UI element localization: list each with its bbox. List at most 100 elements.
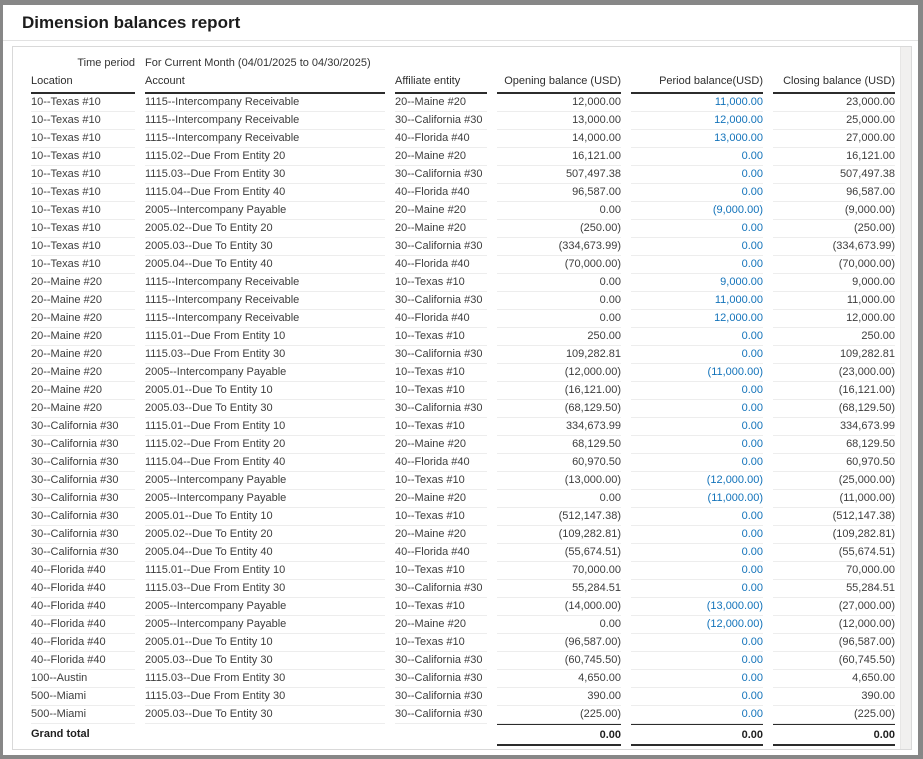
period-balance-link[interactable]: 0.00	[631, 346, 763, 364]
location-cell: 40--Florida #40	[31, 580, 135, 598]
location-cell: 10--Texas #10	[31, 202, 135, 220]
period-balance-link[interactable]: 0.00	[631, 436, 763, 454]
period-balance-link[interactable]: 0.00	[631, 634, 763, 652]
account-cell: 1115.03--Due From Entity 30	[145, 688, 385, 706]
period-balance-link[interactable]: 0.00	[631, 148, 763, 166]
opening-balance-cell: (60,745.50)	[497, 652, 621, 670]
period-balance-link[interactable]: 0.00	[631, 184, 763, 202]
period-balance-link[interactable]: 13,000.00	[631, 130, 763, 148]
affiliate-entity-cell: 10--Texas #10	[395, 328, 487, 346]
period-balance-link[interactable]: 0.00	[631, 238, 763, 256]
table-row: 20--Maine #201115--Intercompany Receivab…	[31, 274, 875, 292]
location-cell: 20--Maine #20	[31, 310, 135, 328]
affiliate-entity-cell: 30--California #30	[395, 292, 487, 310]
period-balance-link[interactable]: 0.00	[631, 418, 763, 436]
period-balance-link[interactable]: (9,000.00)	[631, 202, 763, 220]
affiliate-entity-cell: 20--Maine #20	[395, 148, 487, 166]
report-window: Dimension balances report Time period Fo…	[0, 0, 923, 759]
opening-balance-cell: 0.00	[497, 202, 621, 220]
period-balance-link[interactable]: 0.00	[631, 166, 763, 184]
opening-balance-cell: 334,673.99	[497, 418, 621, 436]
period-balance-link[interactable]: 11,000.00	[631, 94, 763, 112]
report-header: Dimension balances report	[3, 5, 918, 41]
closing-balance-cell: 250.00	[773, 328, 895, 346]
location-cell: 10--Texas #10	[31, 184, 135, 202]
closing-balance-cell: 334,673.99	[773, 418, 895, 436]
period-balance-link[interactable]: (11,000.00)	[631, 490, 763, 508]
account-cell: 2005.03--Due To Entity 30	[145, 652, 385, 670]
closing-balance-cell: 390.00	[773, 688, 895, 706]
affiliate-entity-cell: 20--Maine #20	[395, 616, 487, 634]
location-cell: 10--Texas #10	[31, 94, 135, 112]
affiliate-entity-cell: 30--California #30	[395, 166, 487, 184]
opening-balance-cell: 109,282.81	[497, 346, 621, 364]
account-cell: 2005--Intercompany Payable	[145, 364, 385, 382]
location-cell: 40--Florida #40	[31, 634, 135, 652]
table-row: 20--Maine #201115.03--Due From Entity 30…	[31, 346, 875, 364]
period-balance-link[interactable]: 0.00	[631, 688, 763, 706]
opening-balance-cell: 70,000.00	[497, 562, 621, 580]
closing-balance-cell: (68,129.50)	[773, 400, 895, 418]
period-balance-link[interactable]: (12,000.00)	[631, 616, 763, 634]
period-balance-link[interactable]: 0.00	[631, 382, 763, 400]
period-balance-link[interactable]: 0.00	[631, 652, 763, 670]
account-cell: 2005--Intercompany Payable	[145, 490, 385, 508]
location-cell: 30--California #30	[31, 472, 135, 490]
period-balance-link[interactable]: 0.00	[631, 526, 763, 544]
period-balance-link[interactable]: 0.00	[631, 400, 763, 418]
table-row: 40--Florida #402005.01--Due To Entity 10…	[31, 634, 875, 652]
location-cell: 10--Texas #10	[31, 148, 135, 166]
table-row: 20--Maine #201115--Intercompany Receivab…	[31, 292, 875, 310]
closing-balance-cell: (9,000.00)	[773, 202, 895, 220]
table-row: 10--Texas #101115--Intercompany Receivab…	[31, 130, 875, 148]
period-balance-link[interactable]: (13,000.00)	[631, 598, 763, 616]
period-balance-link[interactable]: 0.00	[631, 328, 763, 346]
account-cell: 1115.02--Due From Entity 20	[145, 148, 385, 166]
time-period-value: For Current Month (04/01/2025 to 04/30/2…	[145, 54, 895, 72]
period-balance-link[interactable]: (12,000.00)	[631, 472, 763, 490]
account-cell: 1115--Intercompany Receivable	[145, 112, 385, 130]
closing-balance-cell: 507,497.38	[773, 166, 895, 184]
table-row: 10--Texas #101115.03--Due From Entity 30…	[31, 166, 875, 184]
affiliate-entity-cell: 40--Florida #40	[395, 184, 487, 202]
account-cell: 2005--Intercompany Payable	[145, 616, 385, 634]
period-balance-link[interactable]: 0.00	[631, 706, 763, 724]
period-balance-link[interactable]: 0.00	[631, 508, 763, 526]
opening-balance-cell: 68,129.50	[497, 436, 621, 454]
period-balance-link[interactable]: 0.00	[631, 580, 763, 598]
table-row: 30--California #301115.02--Due From Enti…	[31, 436, 875, 454]
location-cell: 10--Texas #10	[31, 130, 135, 148]
table-row: 40--Florida #401115.03--Due From Entity …	[31, 580, 875, 598]
period-balance-link[interactable]: 0.00	[631, 562, 763, 580]
period-balance-link[interactable]: 12,000.00	[631, 310, 763, 328]
table-row: 500--Miami1115.03--Due From Entity 3030-…	[31, 688, 875, 706]
account-cell: 2005.03--Due To Entity 30	[145, 706, 385, 724]
account-cell: 1115.01--Due From Entity 10	[145, 562, 385, 580]
table-row: 30--California #302005.01--Due To Entity…	[31, 508, 875, 526]
period-balance-link[interactable]: 0.00	[631, 670, 763, 688]
vertical-scrollbar[interactable]	[900, 47, 911, 749]
period-balance-link[interactable]: (11,000.00)	[631, 364, 763, 382]
period-balance-link[interactable]: 0.00	[631, 256, 763, 274]
period-balance-link[interactable]: 11,000.00	[631, 292, 763, 310]
opening-balance-cell: 13,000.00	[497, 112, 621, 130]
closing-balance-cell: (55,674.51)	[773, 544, 895, 562]
closing-balance-cell: 12,000.00	[773, 310, 895, 328]
location-cell: 10--Texas #10	[31, 166, 135, 184]
period-balance-link[interactable]: 12,000.00	[631, 112, 763, 130]
table-row: 30--California #302005--Intercompany Pay…	[31, 472, 875, 490]
table-row: 20--Maine #202005.03--Due To Entity 3030…	[31, 400, 875, 418]
period-balance-link[interactable]: 9,000.00	[631, 274, 763, 292]
opening-balance-cell: (334,673.99)	[497, 238, 621, 256]
table-row: 20--Maine #201115--Intercompany Receivab…	[31, 310, 875, 328]
table-row: 20--Maine #202005--Intercompany Payable1…	[31, 364, 875, 382]
account-cell: 2005.03--Due To Entity 30	[145, 400, 385, 418]
affiliate-entity-cell: 10--Texas #10	[395, 364, 487, 382]
period-balance-link[interactable]: 0.00	[631, 544, 763, 562]
period-balance-link[interactable]: 0.00	[631, 454, 763, 472]
column-header-account: Account	[145, 73, 385, 94]
opening-balance-cell: 16,121.00	[497, 148, 621, 166]
account-cell: 1115.03--Due From Entity 30	[145, 670, 385, 688]
period-balance-link[interactable]: 0.00	[631, 220, 763, 238]
page-title: Dimension balances report	[22, 13, 240, 33]
